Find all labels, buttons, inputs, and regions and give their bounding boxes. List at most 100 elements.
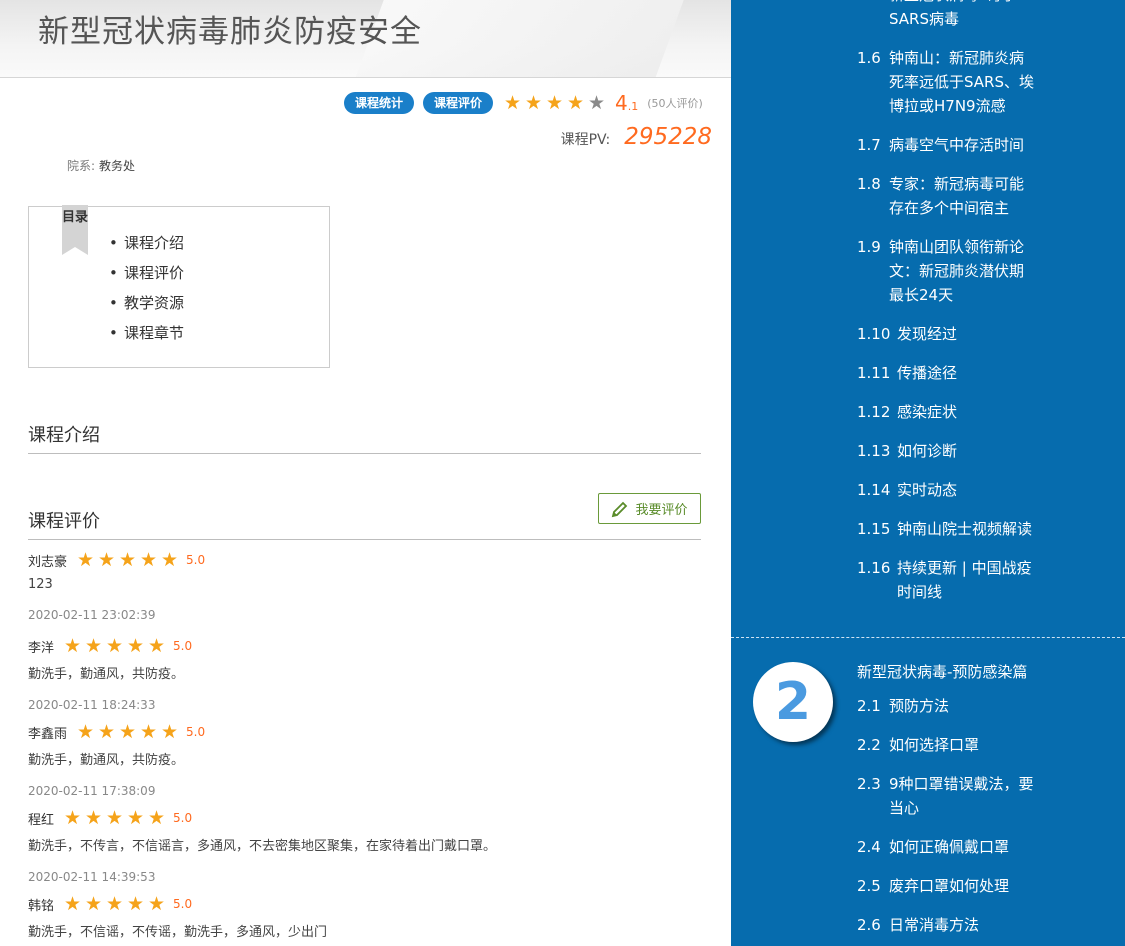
chapter-title-line: 如何选择口罩: [889, 736, 980, 754]
review-score: 5.0: [173, 811, 193, 825]
chapter-number: 1.16: [857, 559, 891, 577]
chapter-number: 1.14: [857, 481, 891, 499]
toc-item[interactable]: 教学资源: [109, 290, 184, 320]
star-icon: ★: [588, 92, 606, 114]
review-text: 勤洗手，不传言，不信谣言，多通风，不去密集地区聚集，在家待着出门戴口罩。: [28, 839, 497, 854]
chapter-title-line: 废弃口罩如何处理: [889, 877, 1010, 895]
toc-item[interactable]: 课程介绍: [109, 230, 184, 260]
review-stars: ★ ★ ★ ★ ★: [75, 549, 180, 571]
star-icon: ★: [118, 549, 137, 571]
star-icon: ★: [84, 893, 103, 915]
chapter-number: 1.6: [857, 49, 881, 67]
course-main-pane: 新型冠状病毒肺炎防疫安全 课程统计 课程评价 ★ ★ ★ ★ ★ 4.1 (50人评价)…: [0, 0, 731, 946]
review-text: 123: [28, 577, 53, 592]
chapter-title-line: 文：新冠肺炎潜伏期: [889, 262, 1025, 280]
department-label: 院系:: [67, 159, 96, 173]
course-stats-button[interactable]: 课程统计: [344, 92, 415, 114]
department: 院系: 教务处: [67, 157, 135, 174]
toc-item[interactable]: 课程章节: [109, 320, 184, 350]
review-date: 2020-02-11 23:02:39: [28, 608, 156, 622]
course-banner: 新型冠状病毒肺炎防疫安全: [0, 0, 731, 78]
chapter-title-line: 最长24天: [889, 286, 954, 304]
star-icon: ★: [525, 92, 543, 114]
star-icon: ★: [63, 893, 82, 915]
star-icon: ★: [147, 807, 166, 829]
review-header: 韩铭 ★ ★ ★ ★ ★ 5.0: [28, 893, 708, 915]
reviewer-name: 李鑫雨: [28, 726, 68, 742]
chapter-title-line: 持续更新 | 中国战疫: [897, 559, 1032, 577]
rating-stars: ★ ★ ★ ★ ★: [502, 92, 607, 114]
chapter-title-line: 专家：新冠病毒可能: [889, 175, 1025, 193]
chapter-item[interactable]: 2.3 9种口罩错误戴法，要 当心: [857, 772, 1097, 820]
chapter-item[interactable]: 2.6 日常消毒方法: [857, 913, 1097, 937]
review-item: 程红 ★ ★ ★ ★ ★ 5.0 勤洗手，不传言，不信谣言，多通风，不去密集地区聚集，在家待着…: [28, 807, 708, 884]
chapter-item[interactable]: 1.14 实时动态: [857, 478, 1097, 502]
toc-ribbon: 目录: [62, 205, 88, 255]
chapter-item[interactable]: 1.13 如何诊断: [857, 439, 1097, 463]
star-icon: ★: [147, 635, 166, 657]
chapter-item[interactable]: 2.4 如何正确佩戴口罩: [857, 835, 1097, 859]
chapter-item[interactable]: 1.15 钟南山院士视频解读: [857, 517, 1097, 541]
section-2-title[interactable]: 新型冠状病毒-预防感染篇: [857, 660, 1027, 684]
chapter-title-line: 如何正确佩戴口罩: [889, 838, 1010, 856]
star-icon: ★: [76, 549, 95, 571]
chapter-item[interactable]: 1.8 专家：新冠病毒可能 存在多个中间宿主: [857, 172, 1097, 220]
chapter-number: 1.13: [857, 442, 891, 460]
star-icon: ★: [105, 893, 124, 915]
chapter-title-line: SARS病毒: [889, 10, 960, 28]
chapter-item[interactable]: 1.10 发现经过: [857, 322, 1097, 346]
star-icon: ★: [126, 635, 145, 657]
reviewer-name: 韩铭: [28, 898, 55, 914]
chapter-item[interactable]: 2.1 预防方法: [857, 694, 1097, 718]
star-icon: ★: [97, 549, 116, 571]
chapter-title-line: 钟南山：新冠肺炎病: [889, 49, 1025, 67]
chapter-item[interactable]: 1.7 病毒空气中存活时间: [857, 133, 1097, 157]
chapter-item[interactable]: 1.11 传播途径: [857, 361, 1097, 385]
section-heading-intro: 课程介绍: [28, 421, 701, 454]
chapter-title-line: 病毒空气中存活时间: [889, 136, 1025, 154]
star-icon: ★: [139, 721, 158, 743]
course-review-button[interactable]: 课程评价: [423, 92, 494, 114]
toc-item[interactable]: 课程评价: [109, 260, 184, 290]
chapter-item[interactable]: 1.12 感染症状: [857, 400, 1097, 424]
section-divider: [731, 637, 1125, 638]
chapter-number: 2.2: [857, 736, 881, 754]
star-icon: ★: [546, 92, 564, 114]
chapter-number: 2.3: [857, 775, 881, 793]
write-review-label: 我要评价: [635, 503, 688, 518]
star-icon: ★: [63, 807, 82, 829]
chapter-item[interactable]: 1.5新型冠状病毒“奇于 SARS病毒: [857, 0, 1097, 31]
star-icon: ★: [147, 893, 166, 915]
chapter-number: 2.6: [857, 916, 881, 934]
reviewer-name: 李洋: [28, 640, 55, 656]
chapter-item[interactable]: 2.5 废弃口罩如何处理: [857, 874, 1097, 898]
rating-count: (50人评价): [647, 97, 703, 110]
course-meta-bar: 课程统计 课程评价 ★ ★ ★ ★ ★ 4.1 (50人评价): [344, 91, 703, 115]
review-score: 5.0: [173, 897, 193, 911]
chapter-title-line: 传播途径: [897, 364, 958, 382]
review-item: 李洋 ★ ★ ★ ★ ★ 5.0 勤洗手，勤通风，共防疫。 2020-02-11 18:24:3…: [28, 635, 708, 712]
chapter-number: 2.4: [857, 838, 881, 856]
department-value: 教务处: [99, 159, 136, 173]
chapter-title-line: 9种口罩错误戴法，要: [889, 775, 1034, 793]
review-header: 刘志豪 ★ ★ ★ ★ ★ 5.0: [28, 549, 708, 571]
chapter-number: 1.11: [857, 364, 891, 382]
table-of-contents: 目录 课程介绍课程评价教学资源课程章节: [28, 205, 330, 368]
star-icon: ★: [97, 721, 116, 743]
chapter-title-line: 如何诊断: [897, 442, 958, 460]
chapter-item[interactable]: 2.2 如何选择口罩: [857, 733, 1097, 757]
write-review-button[interactable]: 我要评价: [598, 493, 701, 524]
chapter-number: 1.12: [857, 403, 891, 421]
chapter-item[interactable]: 1.16 持续更新 | 中国战疫 时间线: [857, 556, 1097, 604]
chapter-title-line: 预防方法: [889, 697, 950, 715]
chapter-title-line: 当心: [889, 799, 920, 817]
toc-list: 课程介绍课程评价教学资源课程章节: [109, 230, 184, 350]
star-icon: ★: [84, 635, 103, 657]
reviewer-name: 程红: [28, 812, 55, 828]
chapter-item[interactable]: 1.6 钟南山：新冠肺炎病 死率远低于SARS、埃 博拉或H7N9流感: [857, 46, 1097, 118]
chapter-title-line: 死率远低于SARS、埃: [889, 73, 1035, 91]
chapter-number: 1.15: [857, 520, 891, 538]
course-pv: 课程PV: 295228: [561, 124, 712, 150]
chapter-item[interactable]: 1.9 钟南山团队领衔新论 文：新冠肺炎潜伏期 最长24天: [857, 235, 1097, 307]
review-date: 2020-02-11 18:24:33: [28, 698, 156, 712]
